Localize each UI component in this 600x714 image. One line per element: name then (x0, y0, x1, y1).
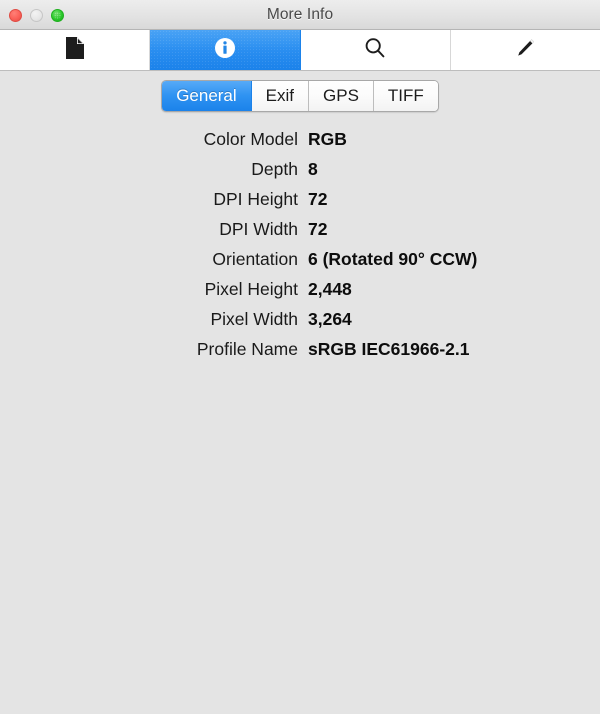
info-label: Pixel Width (210, 308, 298, 329)
tab-general[interactable]: General (162, 80, 252, 111)
table-row: Depth 8 (0, 154, 478, 184)
toolbar (0, 30, 600, 71)
minimize-button[interactable] (30, 8, 43, 22)
document-icon (65, 36, 85, 65)
table-row: Pixel Height 2,448 (0, 274, 478, 304)
info-value: RGB (308, 128, 347, 149)
window-title: More Info (266, 5, 334, 23)
toolbar-item-search[interactable] (300, 30, 451, 70)
more-info-window: More Info General Exif GPS TIFF Color Mo… (0, 0, 600, 714)
info-label: Orientation (212, 248, 298, 269)
info-value: 6 (Rotated 90° CCW) (308, 248, 478, 269)
info-value: sRGB IEC61966-2.1 (308, 338, 470, 359)
info-value: 72 (308, 188, 328, 209)
tab-gps[interactable]: GPS (309, 80, 374, 111)
info-value: 8 (308, 158, 318, 179)
info-label: Color Model (203, 128, 298, 149)
toolbar-item-info[interactable] (150, 30, 301, 70)
table-row: Profile Name sRGB IEC61966-2.1 (0, 334, 478, 364)
info-table: Color Model RGB Depth 8 DPI Height 72 DP… (0, 124, 478, 364)
info-label: DPI Height (213, 188, 298, 209)
table-row: DPI Width 72 (0, 214, 478, 244)
table-row: DPI Height 72 (0, 184, 478, 214)
tab-tiff[interactable]: TIFF (373, 80, 438, 111)
pencil-icon (513, 36, 537, 65)
segmented-control: General Exif GPS TIFF (161, 79, 439, 112)
table-row: Color Model RGB (0, 124, 478, 154)
title-bar: More Info (0, 0, 600, 30)
tab-exif[interactable]: Exif (251, 80, 310, 111)
zoom-button[interactable] (51, 8, 64, 22)
info-value: 72 (308, 218, 328, 239)
tab-bar: General Exif GPS TIFF (0, 71, 600, 117)
info-panel: Color Model RGB Depth 8 DPI Height 72 DP… (0, 117, 600, 714)
search-icon (363, 36, 387, 65)
info-label: DPI Width (219, 218, 298, 239)
info-label: Profile Name (196, 338, 298, 359)
info-value: 2,448 (308, 278, 352, 299)
info-value: 3,264 (308, 308, 352, 329)
close-button[interactable] (9, 8, 22, 22)
table-row: Orientation 6 (Rotated 90° CCW) (0, 244, 478, 274)
info-icon (214, 37, 236, 64)
traffic-light-buttons (9, 0, 64, 30)
info-label: Depth (251, 158, 298, 179)
info-label: Pixel Height (204, 278, 298, 299)
table-row: Pixel Width 3,264 (0, 304, 478, 334)
toolbar-item-document[interactable] (0, 30, 151, 70)
toolbar-item-edit[interactable] (450, 30, 600, 70)
